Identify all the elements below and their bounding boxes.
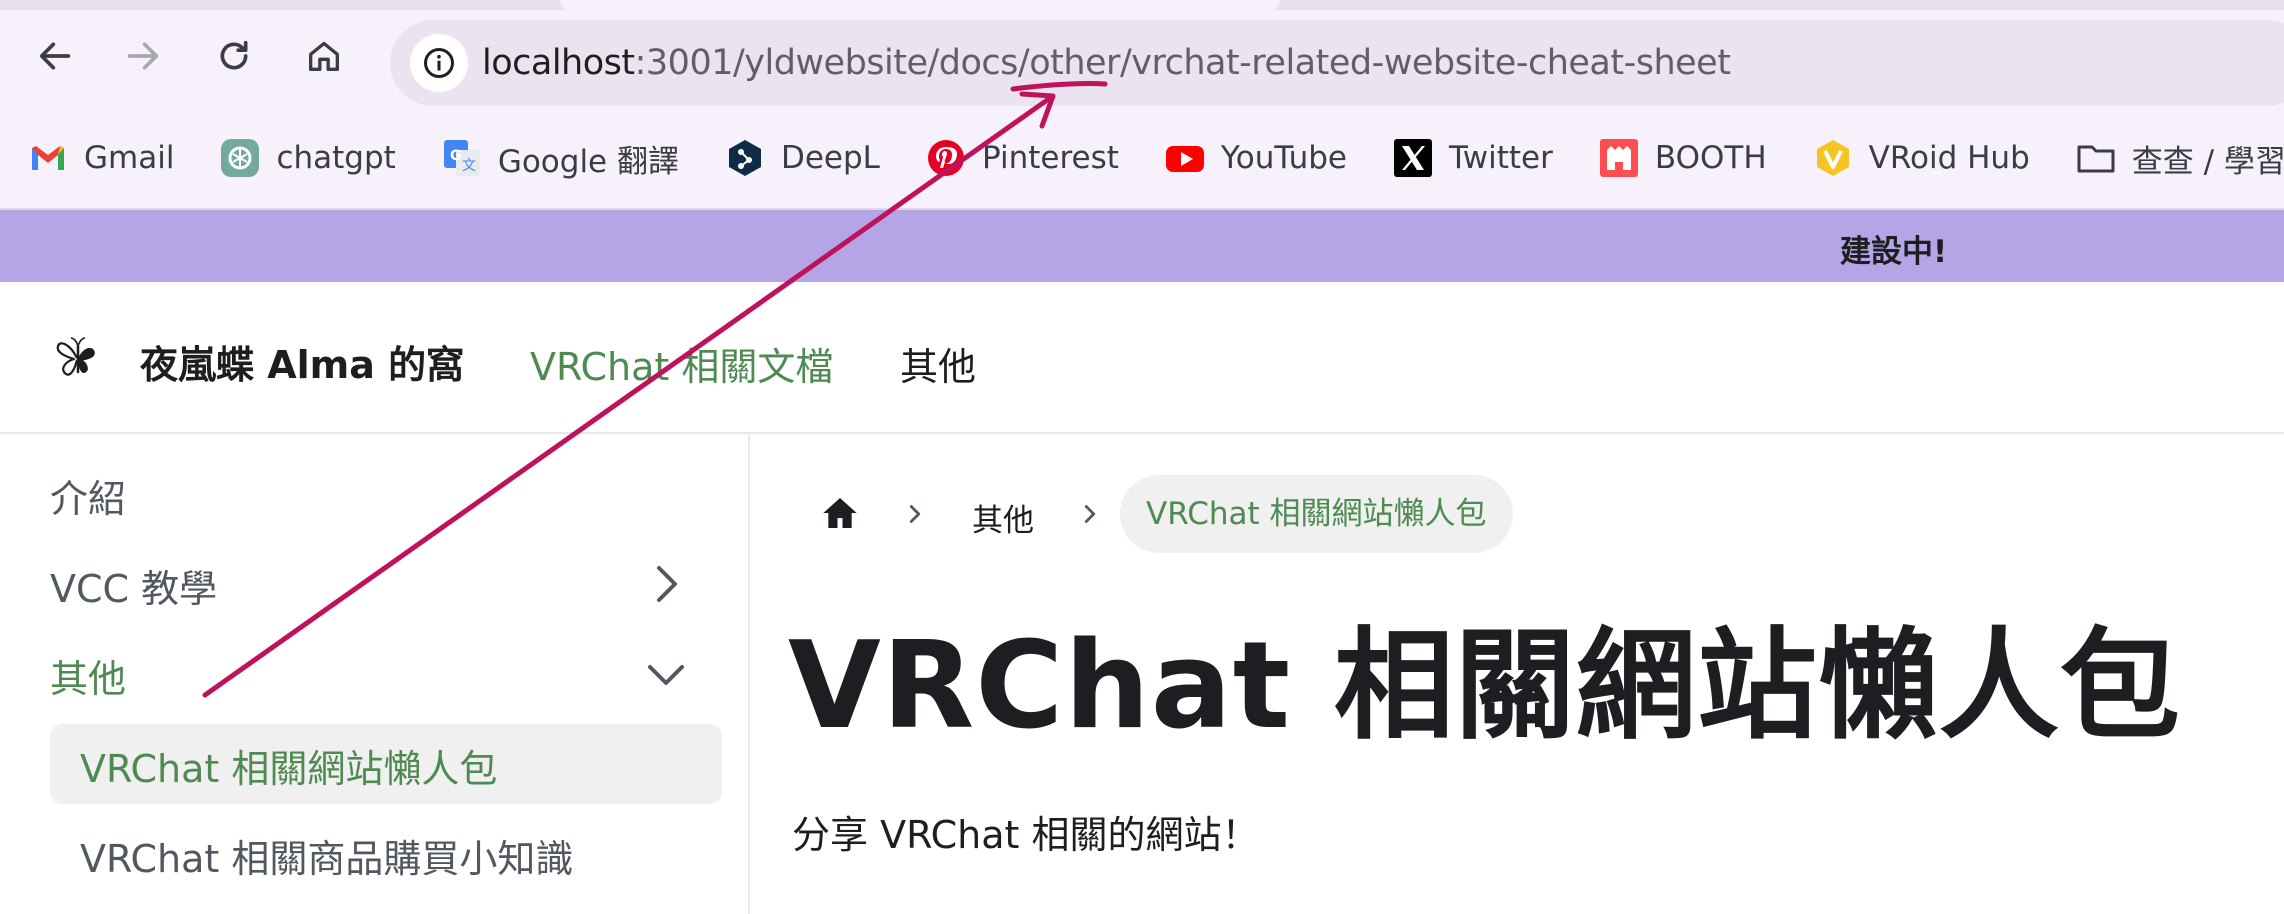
bookmark-chatgpt[interactable]: chatgpt (192, 128, 413, 188)
svg-text:G: G (450, 148, 462, 164)
home-button[interactable] (296, 28, 352, 84)
reload-button[interactable] (206, 28, 262, 84)
back-arrow-icon (39, 42, 71, 70)
home-icon (309, 41, 339, 72)
sidebar-item-vrchat-websites[interactable]: VRChat 相關網站懶人包 (80, 738, 497, 793)
bookmark-label: Twitter (1448, 140, 1553, 176)
svg-text:文: 文 (462, 158, 476, 174)
forward-arrow-icon (127, 42, 159, 70)
nav-link-vrchat-docs[interactable]: VRChat 相關文檔 (530, 336, 833, 391)
google-translate-icon: G文 (443, 140, 480, 176)
url-host: localhost (482, 43, 635, 83)
url-path: :3001/yldwebsite/docs/other/vrchat-relat… (634, 43, 1731, 83)
bookmark-gmail[interactable]: Gmail (0, 128, 192, 188)
announcement-bar: 建設中! (0, 210, 2284, 282)
sidebar-item-vrchat-shopping-tips[interactable]: VRChat 相關商品購買小知識 (80, 828, 573, 883)
browser-toolbar: localhost:3001/yldwebsite/docs/other/vrc… (0, 0, 2284, 210)
announcement-text: 建設中! (1840, 234, 1948, 270)
site-navbar: 夜嵐蝶 Alma 的窩 VRChat 相關文檔 其他 (0, 282, 2284, 434)
tab-strip (0, 0, 2284, 10)
bookmark-folder-study[interactable]: 查查 / 學習 (2048, 128, 2284, 188)
chatgpt-icon (221, 139, 260, 177)
chevron-right-icon (1084, 505, 1096, 523)
address-bar[interactable]: localhost:3001/yldwebsite/docs/other/vrc… (390, 20, 2284, 106)
butterfly-logo-icon[interactable] (52, 332, 104, 384)
bookmark-label: Pinterest (981, 140, 1119, 176)
site-info-button[interactable] (410, 34, 468, 92)
bookmark-twitter[interactable]: Twitter (1365, 128, 1571, 188)
nav-link-other[interactable]: 其他 (900, 336, 976, 391)
chevron-down-icon[interactable] (640, 648, 692, 700)
bookmark-label: Gmail (84, 140, 175, 176)
deepl-icon (728, 140, 761, 176)
forward-button[interactable] (115, 28, 171, 84)
chevron-right-icon[interactable] (640, 558, 692, 610)
bookmark-label: Google 翻譯 (497, 143, 679, 180)
youtube-icon (1165, 146, 1204, 172)
bookmark-label: YouTube (1220, 140, 1347, 176)
bookmark-label: 查查 / 學習 (2131, 143, 2284, 180)
intro-paragraph: 分享 VRChat 相關的網站！ (792, 813, 1260, 857)
site-title[interactable]: 夜嵐蝶 Alma 的窩 (140, 334, 464, 389)
gmail-icon (32, 146, 64, 170)
bookmark-label: VRoid Hub (1868, 140, 2030, 176)
docs-sidebar: 介紹 VCC 教學 其他 VRChat 相關網站懶人包 VRChat 相關商品購… (0, 434, 750, 914)
home-icon[interactable] (820, 493, 860, 533)
bookmark-deepl[interactable]: DeepL (697, 128, 898, 188)
bookmarks-bar: Gmail chatgpt G文 Google 翻譯 DeepL Pintere… (0, 128, 2284, 188)
sidebar-item-vcc-tutorial[interactable]: VCC 教學 (50, 558, 217, 613)
pinterest-icon (927, 140, 964, 176)
breadcrumb-item-other[interactable]: 其他 (972, 495, 1034, 540)
chevron-right-icon (909, 505, 921, 523)
vroid-hub-icon (1816, 140, 1849, 176)
folder-icon (2077, 145, 2115, 173)
reload-icon (220, 40, 248, 70)
sidebar-item-intro[interactable]: 介紹 (50, 468, 126, 523)
breadcrumb-item-current: VRChat 相關網站懶人包 (1120, 475, 1513, 553)
bookmark-label: BOOTH (1654, 140, 1767, 176)
sidebar-item-other[interactable]: 其他 (50, 648, 126, 703)
url-text[interactable]: localhost:3001/yldwebsite/docs/other/vrc… (482, 40, 1731, 86)
bookmark-booth[interactable]: BOOTH (1571, 128, 1785, 188)
info-icon (424, 48, 454, 78)
bookmark-vroid-hub[interactable]: VRoid Hub (1785, 128, 2048, 188)
bookmark-youtube[interactable]: YouTube (1137, 128, 1365, 188)
back-button[interactable] (27, 28, 83, 84)
bookmark-pinterest[interactable]: Pinterest (898, 128, 1137, 188)
x-twitter-icon (1393, 139, 1432, 177)
page-title: VRChat 相關網站懶人包 (788, 617, 2181, 756)
bookmark-label: DeepL (780, 140, 880, 176)
bookmark-label: chatgpt (276, 140, 396, 176)
bookmark-google-translate[interactable]: G文 Google 翻譯 (414, 128, 697, 188)
booth-icon (1599, 139, 1638, 177)
